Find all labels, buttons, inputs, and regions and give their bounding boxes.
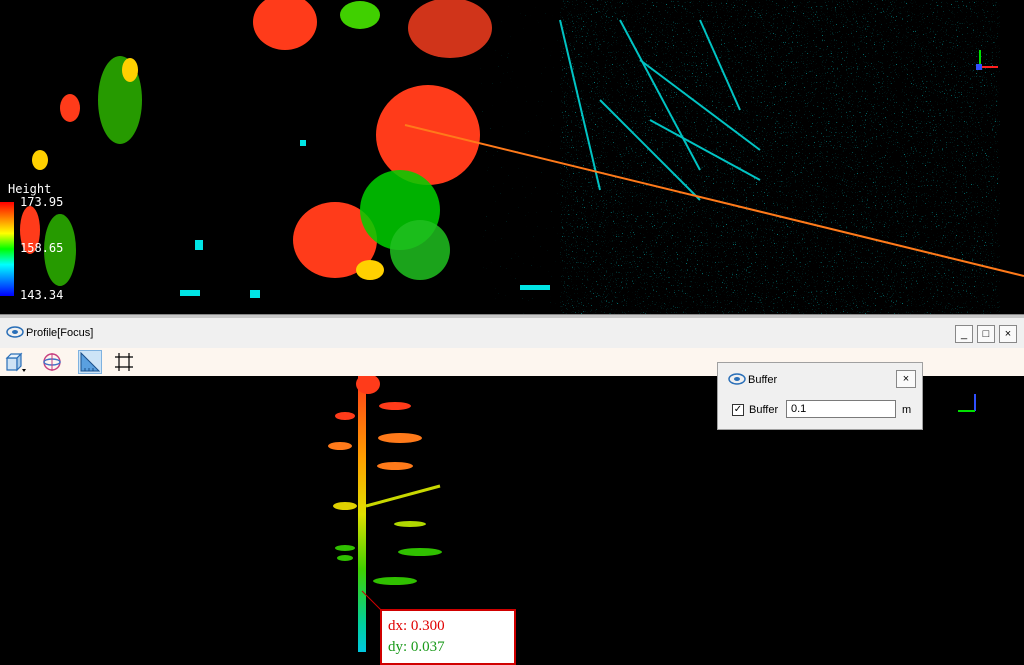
profile-axis-gizmo-icon — [958, 394, 976, 412]
tree-trunk — [358, 376, 366, 652]
buffer-checkbox-label: Buffer — [749, 404, 779, 416]
profile-titlebar[interactable]: Profile[Focus] _ □ × — [0, 318, 1024, 349]
buffer-unit-label: m — [902, 404, 912, 416]
buffer-value-input[interactable] — [786, 400, 896, 418]
measurement-dy: dy: 0.037 — [388, 639, 445, 655]
height-legend-min: 143.34 — [20, 288, 64, 302]
tree-branches-lower — [335, 545, 442, 585]
maximize-button[interactable]: □ — [977, 325, 995, 343]
close-button[interactable]: × — [999, 325, 1017, 343]
view-cube-icon[interactable] — [4, 350, 28, 374]
buffer-dialog: Buffer × ✓ Buffer m — [717, 362, 923, 430]
buffer-checkbox[interactable]: ✓ — [732, 404, 744, 416]
minimize-button[interactable]: _ — [955, 325, 973, 343]
ground-points-cyan — [560, 0, 1000, 314]
buffer-dialog-title: Buffer — [748, 374, 778, 386]
tree-branches-upper — [328, 433, 422, 470]
grid-select-icon[interactable] — [112, 350, 136, 374]
tree-branches-middle — [333, 484, 441, 527]
buffer-close-button[interactable]: × — [896, 370, 916, 388]
height-color-ramp — [0, 202, 14, 296]
height-legend-mid: 158.65 — [20, 241, 64, 255]
measurement-label: dx: 0.300 dy: 0.037 — [380, 609, 516, 665]
tree-crown-top — [335, 376, 411, 420]
height-legend-max: 173.95 — [20, 195, 64, 209]
buffer-dialog-logo-icon — [728, 373, 746, 385]
app-logo-icon — [6, 326, 24, 338]
top-3d-view[interactable]: Height 173.95 158.65 143.34 — [0, 0, 1024, 314]
height-legend-title: Height — [8, 182, 52, 196]
point-cloud-top-canvas — [20, 0, 1024, 314]
measurement-dx: dx: 0.300 — [388, 618, 445, 634]
orbit-icon[interactable] — [40, 350, 64, 374]
profile-title: Profile[Focus] — [26, 327, 94, 339]
ruler-measure-icon[interactable] — [78, 350, 102, 374]
